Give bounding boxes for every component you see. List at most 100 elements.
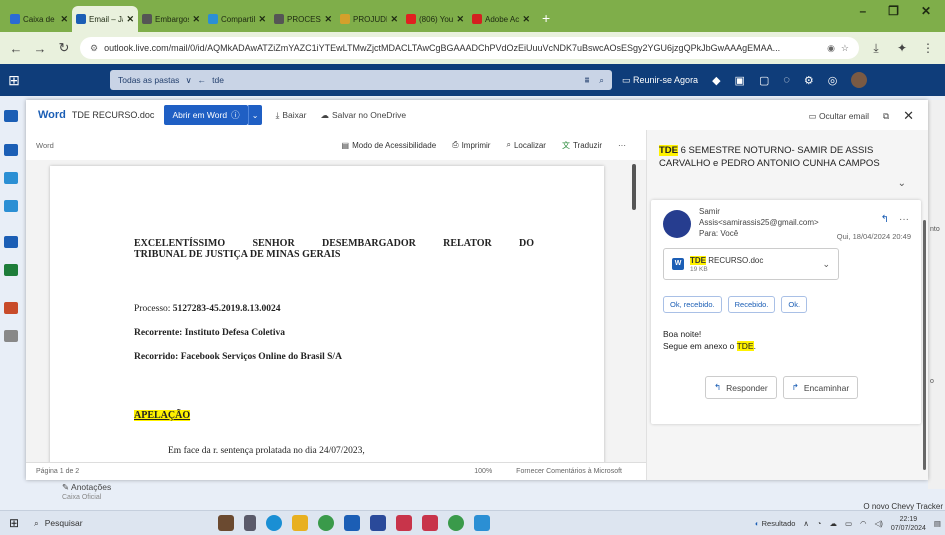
sender-address[interactable]: Assis<samirassis25@gmail.com> — [699, 217, 819, 228]
expand-chevron-icon[interactable]: ⌄ — [898, 178, 906, 189]
browser-tab[interactable]: PROJUDI - T✕ — [336, 6, 402, 32]
tab-close-icon[interactable]: ✕ — [456, 14, 464, 25]
sender-avatar[interactable] — [663, 210, 691, 238]
file-explorer-icon[interactable] — [292, 515, 308, 531]
menu-kebab-icon[interactable]: ⋮ — [919, 41, 937, 55]
extension-icon[interactable]: ✦ — [893, 41, 911, 55]
word-rail-icon[interactable] — [4, 236, 18, 248]
clock[interactable]: 22:19 07/07/2024 — [891, 515, 926, 533]
back-arrow-icon[interactable]: ← — [198, 75, 207, 85]
battery-icon[interactable]: ▭ — [845, 519, 852, 528]
calendar-icon[interactable]: ▢ — [759, 74, 769, 87]
url-bar[interactable]: ⚙ outlook.live.com/mail/0/id/AQMkADAwATZ… — [80, 37, 859, 59]
network-icon[interactable]: ◔ — [817, 519, 822, 528]
browser-tab[interactable]: Caixa de en✕ — [6, 6, 72, 32]
chrome-icon[interactable] — [318, 515, 334, 531]
help-icon[interactable]: ◎ — [828, 74, 838, 87]
tab-close-icon[interactable]: ✕ — [126, 14, 134, 25]
reload-icon[interactable]: ↻ — [56, 40, 72, 56]
more-actions-icon[interactable]: ··· — [899, 214, 909, 225]
browser-tab[interactable]: Compartilh✕ — [204, 6, 270, 32]
tab-close-icon[interactable]: ✕ — [192, 14, 200, 25]
maximize-icon[interactable]: ❐ — [888, 4, 899, 18]
app-red-icon-1[interactable] — [396, 515, 412, 531]
bell-icon[interactable]: ◌ — [783, 74, 790, 86]
forward-button[interactable]: ↱ Encaminhar — [782, 376, 859, 399]
avatar[interactable] — [851, 72, 868, 88]
tab-close-icon[interactable]: ✕ — [324, 14, 332, 25]
print-button[interactable]: ⎙ Imprimir — [452, 140, 490, 150]
open-options-chevron-icon[interactable]: ⌄ — [247, 105, 262, 125]
chrome-icon-2[interactable] — [448, 515, 464, 531]
search-icon[interactable]: ⌕ — [599, 75, 604, 86]
task-view-icon[interactable] — [244, 515, 256, 531]
powerpoint-rail-icon[interactable] — [4, 302, 18, 314]
tab-close-icon[interactable]: ✕ — [522, 14, 530, 25]
annotations-item[interactable]: ✎ Anotações — [62, 482, 111, 493]
eye-icon[interactable]: ◉ — [827, 43, 835, 54]
attachment-chevron-icon[interactable]: ⌄ — [822, 259, 830, 270]
browser-tab[interactable]: Embargos i✕ — [138, 6, 204, 32]
quick-reply-1[interactable]: Ok, recebido. — [663, 296, 722, 313]
reply-arrow-icon[interactable]: ↰ — [881, 214, 889, 225]
tab-close-icon[interactable]: ✕ — [390, 14, 398, 25]
settings-gear-icon[interactable]: ⚙ — [804, 74, 814, 87]
results-button[interactable]: ◐ Resultado — [755, 519, 795, 528]
word-icon[interactable]: ▣ — [735, 74, 745, 87]
minimize-icon[interactable]: – — [859, 4, 866, 18]
teams-icon[interactable]: ◆ — [712, 74, 720, 87]
document-canvas[interactable]: EXCELENTÍSSIMO SENHOR DESEMBARGADOR RELA… — [26, 160, 646, 462]
back-icon[interactable]: ← — [8, 41, 24, 56]
app-red-icon-2[interactable] — [422, 515, 438, 531]
people-icon[interactable] — [4, 172, 18, 184]
email-scrollbar[interactable] — [923, 220, 926, 470]
mail-icon[interactable] — [4, 110, 18, 122]
wifi-icon[interactable]: ◠ — [860, 519, 867, 528]
document-scrollbar[interactable] — [632, 164, 636, 210]
search-query[interactable]: tde — [212, 75, 224, 85]
todo-icon[interactable] — [4, 200, 18, 212]
outlook-icon[interactable] — [344, 515, 360, 531]
save-onedrive-button[interactable]: ☁ Salvar no OneDrive — [320, 110, 406, 121]
browser-tab[interactable]: PROCESSO✕ — [270, 6, 336, 32]
volume-icon[interactable]: ◁) — [875, 519, 883, 528]
forward-icon[interactable]: → — [32, 41, 48, 56]
reply-button[interactable]: ↰ Responder — [705, 376, 777, 399]
calendar-rail-icon[interactable] — [4, 144, 18, 156]
zoom-level[interactable]: 100% — [474, 468, 492, 475]
close-icon[interactable]: ✕ — [903, 108, 914, 124]
browser-tab[interactable]: Email – Jani✕ — [72, 6, 138, 32]
search-scope[interactable]: Todas as pastas — [118, 75, 179, 85]
accessibility-mode-button[interactable]: ▤ Modo de Acessibilidade — [342, 141, 437, 150]
hide-email-button[interactable]: ▭ Ocultar email — [809, 111, 869, 122]
translate-button[interactable]: 文 Traduzir — [562, 140, 602, 151]
app-launcher-icon[interactable]: ⊞ — [0, 72, 28, 89]
download-icon[interactable]: ⤓ — [867, 41, 885, 56]
bookmark-star-icon[interactable]: ☆ — [841, 43, 849, 54]
sender-name[interactable]: Samir — [699, 206, 819, 217]
windows-start-icon[interactable]: ⊞ — [0, 516, 28, 530]
excel-rail-icon[interactable] — [4, 264, 18, 276]
notifications-icon[interactable]: ▤ — [934, 519, 941, 528]
site-info-icon[interactable]: ⚙ — [90, 43, 98, 54]
search-box[interactable]: Todas as pastas ∨ ← tde ⩩ ⌕ — [110, 70, 612, 90]
tab-close-icon[interactable]: ✕ — [258, 14, 266, 25]
quick-reply-3[interactable]: Ok. — [781, 296, 808, 313]
widget-icon[interactable] — [218, 515, 234, 531]
photos-icon[interactable] — [474, 515, 490, 531]
meet-now-button[interactable]: ▭ Reunir-se Agora — [622, 75, 698, 86]
close-window-icon[interactable]: ✕ — [921, 4, 931, 18]
feedback-link[interactable]: Fornecer Comentários à Microsoft — [516, 468, 622, 475]
more-options-button[interactable]: ··· — [618, 141, 626, 150]
open-in-word-button[interactable]: Abrir em Word ⓘ — [164, 105, 248, 125]
quick-reply-2[interactable]: Recebido. — [727, 296, 776, 313]
popout-icon[interactable]: ⧉ — [883, 111, 889, 122]
tab-close-icon[interactable]: ✕ — [60, 14, 68, 25]
find-button[interactable]: ⌕ Localizar — [506, 140, 546, 150]
edge-icon[interactable] — [266, 515, 282, 531]
chevron-down-icon[interactable]: ∨ — [185, 75, 191, 86]
download-button[interactable]: ⤓ Baixar — [276, 110, 307, 121]
more-apps-icon[interactable] — [4, 330, 18, 342]
tray-chevron-icon[interactable]: ∧ — [803, 519, 809, 528]
browser-tab[interactable]: Adobe Acro✕ — [468, 6, 534, 32]
